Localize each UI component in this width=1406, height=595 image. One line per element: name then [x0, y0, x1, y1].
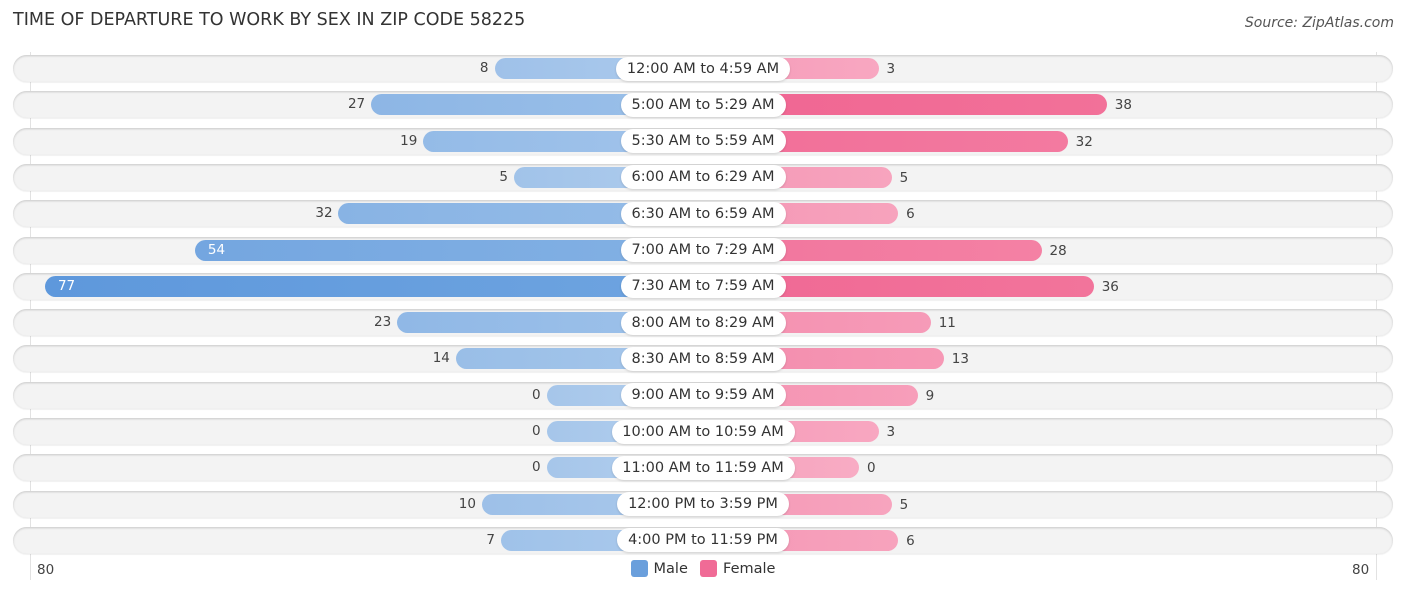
- value-label-male: 23: [374, 314, 392, 331]
- value-label-male: 19: [400, 132, 418, 149]
- value-label-female: 6: [906, 532, 915, 549]
- value-label-female: 13: [951, 351, 969, 368]
- value-label-male: 77: [57, 277, 76, 294]
- category-label: 9:00 AM to 9:59 AM: [620, 383, 786, 408]
- value-label-male: 5: [499, 168, 508, 185]
- chart-title: TIME OF DEPARTURE TO WORK BY SEX IN ZIP …: [13, 10, 526, 30]
- category-label: 10:00 AM to 10:59 AM: [611, 419, 795, 444]
- value-label-female: 36: [1101, 278, 1119, 295]
- value-label-female: 6: [906, 206, 915, 223]
- legend-label-female: Female: [723, 560, 776, 577]
- legend: Male Female: [0, 560, 1406, 581]
- value-label-female: 3: [886, 424, 896, 440]
- legend-item-female[interactable]: Female: [700, 560, 775, 577]
- legend-swatch-male: [630, 560, 648, 577]
- legend-item-male[interactable]: Male: [630, 560, 688, 577]
- value-label-female: 9: [925, 387, 935, 404]
- value-label-male: 54: [207, 241, 226, 258]
- value-label-male: 14: [432, 350, 450, 367]
- value-label-female: 0: [867, 460, 876, 477]
- category-label: 12:00 PM to 3:59 PM: [617, 492, 789, 517]
- value-label-female: 11: [938, 315, 956, 332]
- category-label: 7:00 AM to 7:29 AM: [620, 238, 786, 262]
- value-label-male: 32: [315, 205, 333, 222]
- category-label: 6:00 AM to 6:29 AM: [620, 165, 786, 190]
- category-label: 12:00 AM to 4:59 AM: [616, 56, 790, 81]
- value-label-female: 5: [899, 496, 909, 513]
- value-label-male: 0: [532, 386, 541, 403]
- value-label-female: 3: [886, 61, 896, 77]
- category-label: 8:00 AM to 8:29 AM: [620, 310, 786, 335]
- value-label-male: 0: [532, 459, 541, 476]
- category-label: 5:30 AM to 5:59 AM: [620, 129, 786, 154]
- value-label-female: 38: [1114, 97, 1132, 114]
- category-label: 5:00 AM to 5:29 AM: [620, 92, 786, 117]
- value-label-male: 27: [347, 96, 366, 113]
- value-label-female: 32: [1075, 133, 1093, 150]
- category-label: 7:30 AM to 7:59 AM: [620, 274, 786, 299]
- category-label: 6:30 AM to 6:59 AM: [620, 201, 786, 226]
- value-label-male: 10: [458, 495, 476, 512]
- category-label: 11:00 AM to 11:59 AM: [611, 455, 795, 480]
- category-label: 8:30 AM to 8:59 AM: [620, 346, 786, 371]
- legend-label-male: Male: [653, 560, 688, 577]
- legend-swatch-female: [700, 560, 718, 577]
- value-label-male: 8: [479, 60, 489, 76]
- value-label-male: 0: [532, 423, 541, 439]
- source-label: Source: ZipAtlas.com: [1244, 15, 1394, 31]
- value-label-female: 5: [899, 169, 909, 186]
- value-label-male: 7: [486, 531, 495, 548]
- value-label-female: 28: [1049, 242, 1067, 259]
- category-label: 4:00 PM to 11:59 PM: [617, 528, 789, 553]
- bar-male[interactable]: [44, 275, 703, 297]
